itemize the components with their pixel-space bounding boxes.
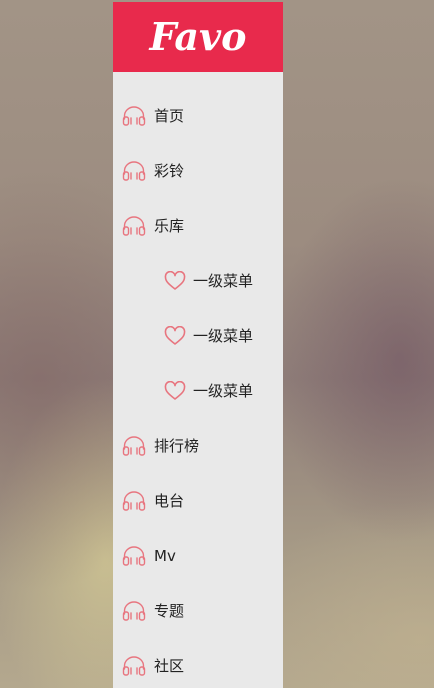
submenu-item-1[interactable]: 一级菜单 xyxy=(113,253,283,308)
submenu-item-3[interactable]: 一级菜单 xyxy=(113,363,283,418)
menu-item-label: 排行榜 xyxy=(154,437,200,455)
menu-item-community[interactable]: 社区 xyxy=(113,638,283,688)
headphones-icon xyxy=(122,545,146,567)
menu-item-topics[interactable]: 专题 xyxy=(113,583,283,638)
menu-item-label: 社区 xyxy=(154,657,185,675)
submenu-item-2[interactable]: 一级菜单 xyxy=(113,308,283,363)
headphones-icon xyxy=(122,655,146,677)
menu-item-label: 一级菜单 xyxy=(193,272,254,290)
menu-item-library[interactable]: 乐库 xyxy=(113,198,283,253)
headphones-icon xyxy=(122,600,146,622)
menu-item-label: 彩铃 xyxy=(154,162,185,180)
headphones-icon xyxy=(122,490,146,512)
menu-item-label: 一级菜单 xyxy=(193,382,254,400)
heart-icon xyxy=(163,380,187,402)
logo-header[interactable]: Favo xyxy=(113,2,283,72)
heart-icon xyxy=(163,325,187,347)
headphones-icon xyxy=(122,105,146,127)
headphones-icon xyxy=(122,215,146,237)
menu-item-label: 乐库 xyxy=(154,217,185,235)
heart-icon xyxy=(163,270,187,292)
menu-item-label: 电台 xyxy=(154,492,185,510)
menu-item-ringtone[interactable]: 彩铃 xyxy=(113,143,283,198)
headphones-icon xyxy=(122,435,146,457)
menu-item-mv[interactable]: Mv xyxy=(113,528,283,583)
menu-item-label: 专题 xyxy=(154,602,185,620)
menu-item-charts[interactable]: 排行榜 xyxy=(113,418,283,473)
svg-text:Favo: Favo xyxy=(149,14,247,59)
sidebar: Favo 首页 彩铃 乐库 一级菜单 一级菜单 一级菜单 排行榜 电台 Mv 专… xyxy=(113,2,283,688)
main-menu: 首页 彩铃 乐库 一级菜单 一级菜单 一级菜单 排行榜 电台 Mv 专题 社区 xyxy=(113,72,283,688)
favo-logo: Favo xyxy=(149,14,247,59)
menu-item-label: 一级菜单 xyxy=(193,327,254,345)
menu-item-label: 首页 xyxy=(154,107,185,125)
menu-item-label: Mv xyxy=(154,546,176,565)
menu-item-radio[interactable]: 电台 xyxy=(113,473,283,528)
menu-item-home[interactable]: 首页 xyxy=(113,88,283,143)
headphones-icon xyxy=(122,160,146,182)
